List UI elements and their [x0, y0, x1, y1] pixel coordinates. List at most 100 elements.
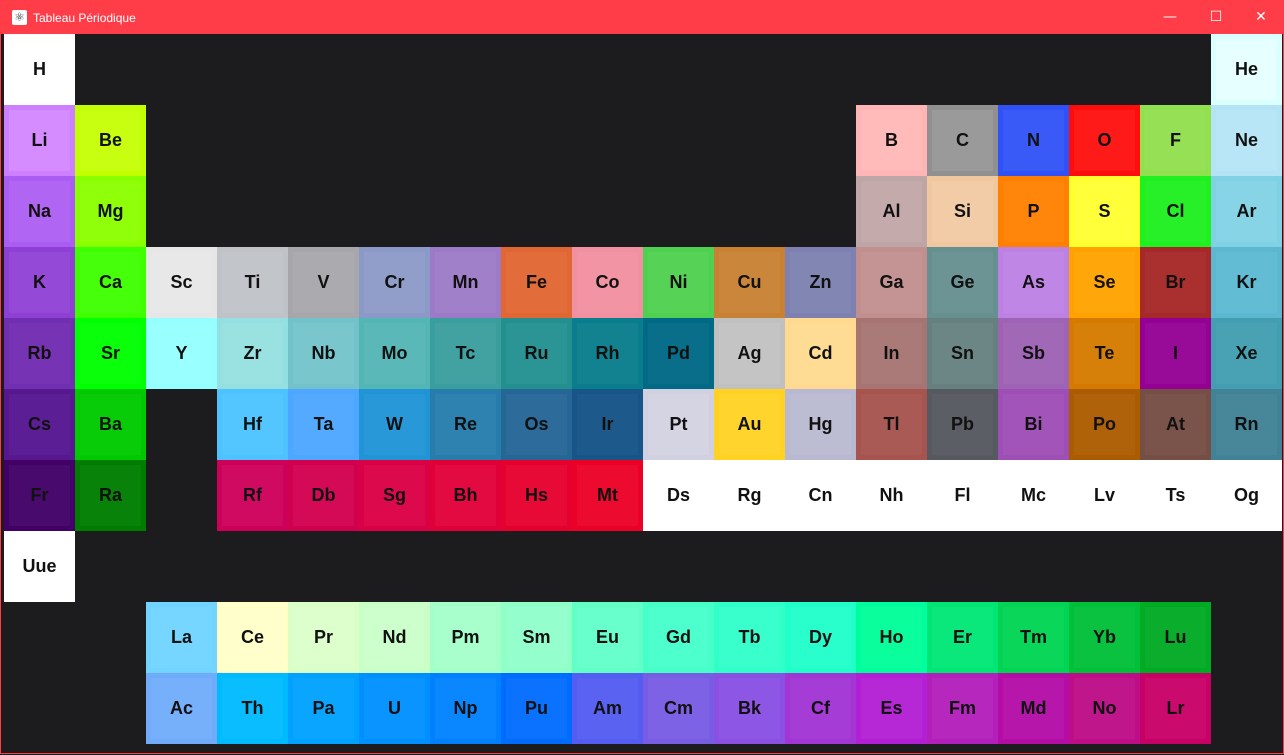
element-tile-bi[interactable]: Bi — [998, 389, 1069, 460]
element-tile-ra[interactable]: Ra — [75, 460, 146, 531]
element-tile-ts[interactable]: Ts — [1140, 460, 1211, 531]
element-tile-fr[interactable]: Fr — [4, 460, 75, 531]
element-tile-sn[interactable]: Sn — [927, 318, 998, 389]
element-tile-ce[interactable]: Ce — [217, 602, 288, 673]
element-tile-pu[interactable]: Pu — [501, 673, 572, 744]
element-tile-y[interactable]: Y — [146, 318, 217, 389]
element-tile-bk[interactable]: Bk — [714, 673, 785, 744]
element-tile-as[interactable]: As — [998, 247, 1069, 318]
element-tile-db[interactable]: Db — [288, 460, 359, 531]
title-bar[interactable]: ⚛ Tableau Périodique — ☐ ✕ — [1, 1, 1284, 34]
element-tile-au[interactable]: Au — [714, 389, 785, 460]
element-tile-n[interactable]: N — [998, 105, 1069, 176]
element-tile-f[interactable]: F — [1140, 105, 1211, 176]
element-tile-w[interactable]: W — [359, 389, 430, 460]
element-tile-u[interactable]: U — [359, 673, 430, 744]
element-tile-ir[interactable]: Ir — [572, 389, 643, 460]
element-tile-kr[interactable]: Kr — [1211, 247, 1282, 318]
element-tile-sb[interactable]: Sb — [998, 318, 1069, 389]
element-tile-lr[interactable]: Lr — [1140, 673, 1211, 744]
element-tile-tb[interactable]: Tb — [714, 602, 785, 673]
element-tile-mo[interactable]: Mo — [359, 318, 430, 389]
element-tile-zr[interactable]: Zr — [217, 318, 288, 389]
element-tile-ne[interactable]: Ne — [1211, 105, 1282, 176]
element-tile-nb[interactable]: Nb — [288, 318, 359, 389]
maximize-button[interactable]: ☐ — [1193, 1, 1239, 34]
element-tile-cu[interactable]: Cu — [714, 247, 785, 318]
element-tile-ac[interactable]: Ac — [146, 673, 217, 744]
element-tile-li[interactable]: Li — [4, 105, 75, 176]
element-tile-cf[interactable]: Cf — [785, 673, 856, 744]
element-tile-re[interactable]: Re — [430, 389, 501, 460]
element-tile-zn[interactable]: Zn — [785, 247, 856, 318]
element-tile-hs[interactable]: Hs — [501, 460, 572, 531]
element-tile-yb[interactable]: Yb — [1069, 602, 1140, 673]
element-tile-in[interactable]: In — [856, 318, 927, 389]
element-tile-rf[interactable]: Rf — [217, 460, 288, 531]
element-tile-he[interactable]: He — [1211, 34, 1282, 105]
element-tile-pr[interactable]: Pr — [288, 602, 359, 673]
element-tile-ge[interactable]: Ge — [927, 247, 998, 318]
element-tile-os[interactable]: Os — [501, 389, 572, 460]
element-tile-tc[interactable]: Tc — [430, 318, 501, 389]
element-tile-ar[interactable]: Ar — [1211, 176, 1282, 247]
element-tile-ti[interactable]: Ti — [217, 247, 288, 318]
element-tile-p[interactable]: P — [998, 176, 1069, 247]
element-tile-pm[interactable]: Pm — [430, 602, 501, 673]
element-tile-fm[interactable]: Fm — [927, 673, 998, 744]
element-tile-ca[interactable]: Ca — [75, 247, 146, 318]
element-tile-ru[interactable]: Ru — [501, 318, 572, 389]
element-tile-rh[interactable]: Rh — [572, 318, 643, 389]
element-tile-be[interactable]: Be — [75, 105, 146, 176]
element-tile-dy[interactable]: Dy — [785, 602, 856, 673]
element-tile-sg[interactable]: Sg — [359, 460, 430, 531]
element-tile-na[interactable]: Na — [4, 176, 75, 247]
element-tile-cs[interactable]: Cs — [4, 389, 75, 460]
element-tile-se[interactable]: Se — [1069, 247, 1140, 318]
element-tile-md[interactable]: Md — [998, 673, 1069, 744]
element-tile-la[interactable]: La — [146, 602, 217, 673]
element-tile-no[interactable]: No — [1069, 673, 1140, 744]
element-tile-bh[interactable]: Bh — [430, 460, 501, 531]
element-tile-cl[interactable]: Cl — [1140, 176, 1211, 247]
element-tile-k[interactable]: K — [4, 247, 75, 318]
element-tile-uue[interactable]: Uue — [4, 531, 75, 602]
element-tile-si[interactable]: Si — [927, 176, 998, 247]
element-tile-al[interactable]: Al — [856, 176, 927, 247]
element-tile-rg[interactable]: Rg — [714, 460, 785, 531]
element-tile-hg[interactable]: Hg — [785, 389, 856, 460]
element-tile-o[interactable]: O — [1069, 105, 1140, 176]
element-tile-mc[interactable]: Mc — [998, 460, 1069, 531]
element-tile-i[interactable]: I — [1140, 318, 1211, 389]
element-tile-pt[interactable]: Pt — [643, 389, 714, 460]
close-button[interactable]: ✕ — [1238, 1, 1284, 34]
element-tile-tm[interactable]: Tm — [998, 602, 1069, 673]
element-tile-pd[interactable]: Pd — [643, 318, 714, 389]
element-tile-ds[interactable]: Ds — [643, 460, 714, 531]
element-tile-cn[interactable]: Cn — [785, 460, 856, 531]
element-tile-hf[interactable]: Hf — [217, 389, 288, 460]
element-tile-sr[interactable]: Sr — [75, 318, 146, 389]
element-tile-xe[interactable]: Xe — [1211, 318, 1282, 389]
element-tile-mt[interactable]: Mt — [572, 460, 643, 531]
element-tile-np[interactable]: Np — [430, 673, 501, 744]
element-tile-at[interactable]: At — [1140, 389, 1211, 460]
element-tile-ta[interactable]: Ta — [288, 389, 359, 460]
element-tile-ni[interactable]: Ni — [643, 247, 714, 318]
element-tile-eu[interactable]: Eu — [572, 602, 643, 673]
element-tile-pb[interactable]: Pb — [927, 389, 998, 460]
element-tile-fe[interactable]: Fe — [501, 247, 572, 318]
element-tile-pa[interactable]: Pa — [288, 673, 359, 744]
element-tile-lv[interactable]: Lv — [1069, 460, 1140, 531]
element-tile-cm[interactable]: Cm — [643, 673, 714, 744]
element-tile-lu[interactable]: Lu — [1140, 602, 1211, 673]
element-tile-c[interactable]: C — [927, 105, 998, 176]
element-tile-co[interactable]: Co — [572, 247, 643, 318]
element-tile-ga[interactable]: Ga — [856, 247, 927, 318]
element-tile-mg[interactable]: Mg — [75, 176, 146, 247]
element-tile-sm[interactable]: Sm — [501, 602, 572, 673]
element-tile-cd[interactable]: Cd — [785, 318, 856, 389]
element-tile-sc[interactable]: Sc — [146, 247, 217, 318]
element-tile-v[interactable]: V — [288, 247, 359, 318]
element-tile-tl[interactable]: Tl — [856, 389, 927, 460]
